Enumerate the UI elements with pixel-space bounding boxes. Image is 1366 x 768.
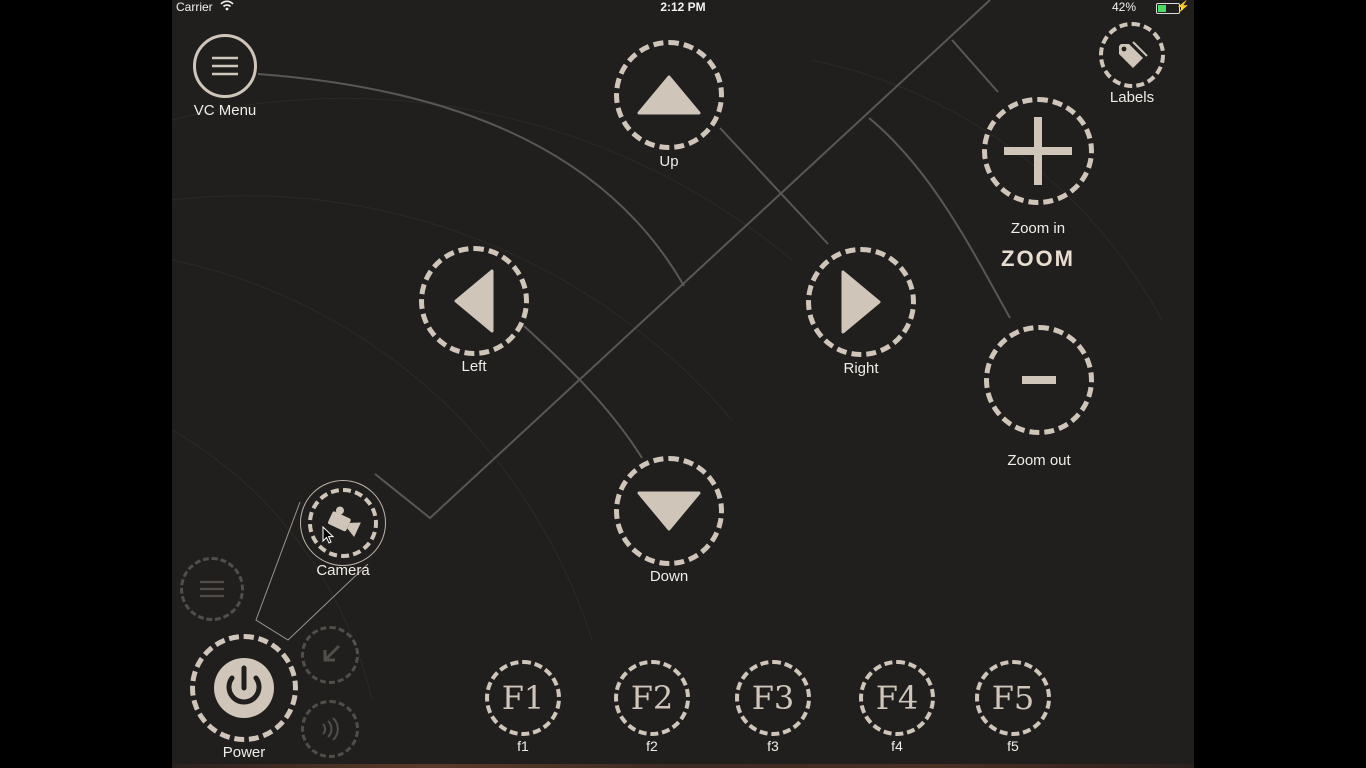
left-button[interactable] [419,246,529,356]
bottom-strip [172,764,1194,768]
f1-ring: F1 [485,660,561,736]
f1-label: f1 [517,738,529,754]
f5-label: f5 [1007,738,1019,754]
vc-menu-label: VC Menu [193,102,257,119]
zoom-in-ring [982,97,1094,205]
tag-icon [1103,26,1161,84]
f1-button[interactable]: F1 [485,660,561,736]
vc-menu-button[interactable] [193,34,257,98]
zoom-in-button[interactable] [982,97,1094,205]
zoom-title: ZOOM [1001,246,1075,271]
f2-glyph: F2 [630,679,674,717]
right-label: Right [843,360,879,377]
power-ring [190,634,298,742]
down-button[interactable] [614,456,724,566]
f3-button[interactable]: F3 [735,660,811,736]
arrow-down-icon [619,461,719,561]
labels-label: Labels [1109,89,1155,106]
zoom-out-button[interactable] [984,325,1094,435]
arrow-up-icon [619,45,719,145]
f2-button[interactable]: F2 [614,660,690,736]
up-label: Up [659,153,679,170]
zoom-out-ring [984,325,1094,435]
hamburger-icon [196,37,254,95]
f5-glyph: F5 [991,679,1035,717]
left-ring [419,246,529,356]
f2-ring: F2 [614,660,690,736]
f3-label: f3 [767,738,779,754]
f4-button[interactable]: F4 [859,660,935,736]
labels-ring [1099,22,1165,88]
arrow-right-icon [811,252,911,352]
f5-button[interactable]: F5 [975,660,1051,736]
signal-ring [301,700,359,758]
list-icon [183,560,241,618]
f1-glyph: F1 [501,679,545,717]
vc-menu-ring [193,34,257,98]
input-switch-button[interactable] [301,626,359,684]
down-label: Down [649,568,689,585]
f5-ring: F5 [975,660,1051,736]
remote-screen: Carrier 2:12 PM 42% ⚡ VC Menu Labels Up … [172,0,1194,768]
power-label: Power [222,744,266,761]
down-ring [614,456,724,566]
power-icon [195,639,293,737]
minus-icon [989,330,1089,430]
signal-waves-icon [304,703,356,755]
signal-button[interactable] [301,700,359,758]
f3-glyph: F3 [751,679,795,717]
left-label: Left [461,358,487,375]
f4-ring: F4 [859,660,935,736]
up-button[interactable] [614,40,724,150]
arrow-left-icon [424,251,524,351]
plus-icon [987,102,1089,200]
power-button[interactable] [190,634,298,742]
right-ring [806,247,916,357]
f2-label: f2 [646,738,658,754]
camera-button[interactable] [300,480,388,568]
f4-glyph: F4 [875,679,919,717]
camera-label: Camera [316,562,370,579]
labels-button[interactable] [1099,22,1165,88]
right-button[interactable] [806,247,916,357]
up-ring [614,40,724,150]
f4-label: f4 [891,738,903,754]
zoom-out-label: Zoom out [1007,452,1071,469]
zoom-in-label: Zoom in [1010,220,1066,237]
secondary-menu-button[interactable] [180,557,244,621]
mouse-cursor-icon [322,525,335,549]
secondary-menu-ring [180,557,244,621]
input-switch-ring [301,626,359,684]
f3-ring: F3 [735,660,811,736]
camera-ring [308,488,378,558]
arrow-in-icon [304,629,356,681]
